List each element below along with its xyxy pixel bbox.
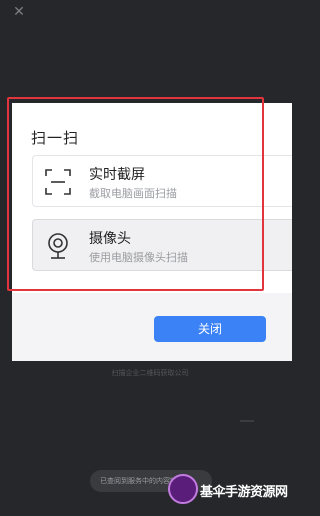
watermark-text: 基伞手游资源网 (200, 485, 288, 500)
scan-dialog: 扫一扫 实时截屏 截取电脑画面扫描 摄像头 使用电脑摄像头扫描 关闭 (12, 103, 292, 361)
option-title: 摄像头 (89, 231, 131, 247)
option-title: 实时截屏 (89, 167, 145, 183)
dialog-footer: 关闭 (12, 293, 292, 361)
background-caption: 扫描企业二维码获取公司 (111, 369, 189, 377)
screenshot-frame-icon (45, 169, 71, 195)
option-camera[interactable]: 摄像头 使用电脑摄像头扫描 (32, 219, 292, 271)
divider (240, 420, 254, 422)
dialog-title: 扫一扫 (31, 129, 80, 147)
option-subtitle: 使用电脑摄像头扫描 (89, 251, 188, 264)
option-subtitle: 截取电脑画面扫描 (89, 187, 177, 200)
close-icon[interactable]: ✕ (11, 4, 27, 20)
watermark-logo (168, 474, 198, 504)
option-screenshot[interactable]: 实时截屏 截取电脑画面扫描 (32, 155, 292, 207)
close-button[interactable]: 关闭 (154, 316, 266, 342)
camera-icon (48, 233, 68, 259)
